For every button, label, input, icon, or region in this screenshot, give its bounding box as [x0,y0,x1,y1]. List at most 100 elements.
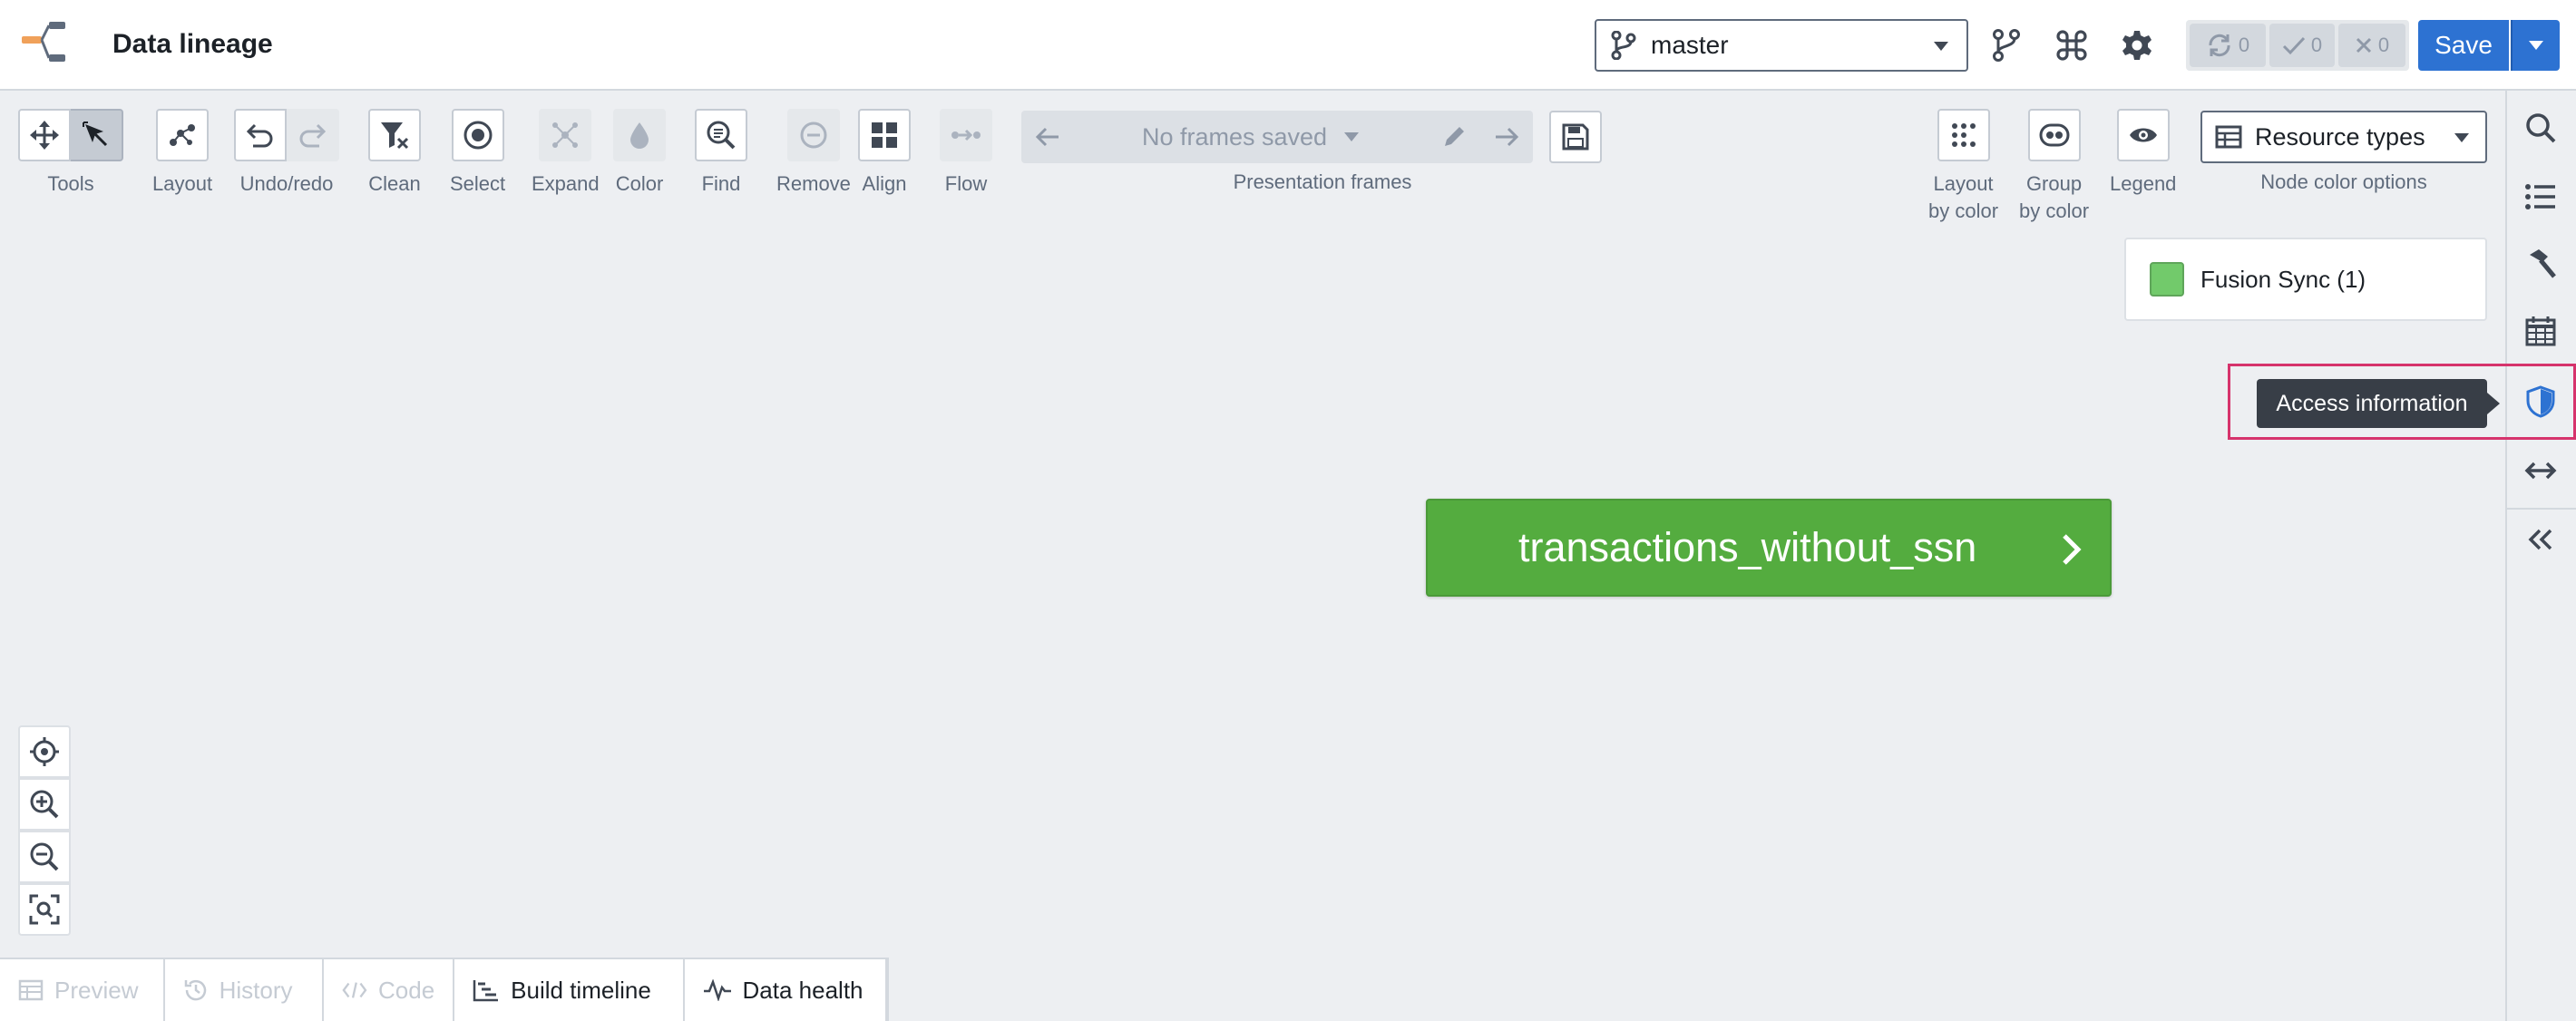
arrow-left-icon [1035,127,1059,147]
undo-button[interactable] [234,109,287,161]
target-icon [463,121,493,150]
tab-code[interactable]: Code [324,959,455,1021]
expand-nodes-icon [552,122,579,148]
legend-swatch [2150,262,2184,297]
fit-to-screen-button[interactable] [18,883,71,936]
layout-group: Layout [152,109,212,198]
save-button[interactable]: Save [2418,20,2509,71]
zoom-in-button[interactable] [18,778,71,831]
tab-code-label: Code [378,976,435,1004]
layout-by-color-label: Layout by color [1928,170,1998,225]
legend-button[interactable] [2116,109,2170,161]
branch-select[interactable]: master [1595,19,1968,72]
floppy-disk-icon [1562,123,1589,151]
clean-label: Clean [368,172,421,195]
expand-button[interactable] [539,109,592,161]
sidebar-build-button[interactable] [2518,241,2563,287]
sidebar-access-information-button[interactable] [2518,379,2563,424]
error-status[interactable]: 0 [2338,24,2405,67]
page-title: Data lineage [112,29,273,59]
undo-redo-label: Undo/redo [239,172,334,195]
expand-group: Expand [532,109,600,198]
undo-redo-group: Undo/redo [234,109,339,198]
remove-label: Remove [776,172,851,195]
clean-group: Clean [368,109,421,198]
chevron-down-icon [2454,133,2469,142]
success-status[interactable]: 0 [2269,24,2335,67]
tools-group: Tools [18,109,123,198]
select-button[interactable] [451,109,504,161]
remove-button[interactable] [786,109,840,161]
select-group: Select [450,109,505,198]
tab-data-health[interactable]: Data health [685,959,887,1021]
group-by-color-group: Group by color [2019,109,2089,225]
sidebar-collapse-button[interactable] [2518,517,2563,562]
group-nodes-icon [2039,123,2070,147]
node-color-select[interactable]: Resource types [2200,111,2487,163]
layout-by-color-button[interactable] [1937,109,1990,161]
close-icon [2356,37,2371,53]
sync-status[interactable]: 0 [2190,24,2266,67]
align-button[interactable] [858,109,911,161]
zoom-controls [18,725,71,936]
chevron-right-icon[interactable] [2061,533,2083,566]
tab-preview[interactable]: Preview [0,959,165,1021]
redo-button[interactable] [287,109,339,161]
find-group: Find [695,109,747,198]
clean-button[interactable] [368,109,421,161]
sidebar-divider [2507,508,2576,510]
remove-group: Remove [776,109,851,198]
move-icon [30,121,59,150]
legend-panel: Fusion Sync (1) [2124,238,2487,321]
error-count: 0 [2377,34,2390,56]
sidebar-list-button[interactable] [2518,174,2563,219]
branches-button[interactable] [1985,24,2028,67]
find-button[interactable] [695,109,747,161]
access-information-tooltip: Access information [2257,379,2487,428]
edit-frame-button[interactable] [1428,111,1480,163]
frames-select[interactable]: No frames saved [1074,123,1428,151]
pan-tool-button[interactable] [18,109,71,161]
sidebar-compare-button[interactable] [2518,448,2563,493]
layout-by-color-line1: Layout [1933,172,1994,195]
layout-label: Layout [152,172,213,195]
previous-frame-button[interactable] [1021,111,1074,163]
layout-button[interactable] [156,109,210,161]
align-label: Align [862,172,907,195]
graph-node[interactable]: transactions_without_ssn [1426,499,2112,597]
tab-build-timeline-label: Build timeline [511,976,651,1004]
expand-label: Expand [532,172,600,195]
settings-button[interactable] [2115,24,2159,67]
zoom-out-button[interactable] [18,831,71,883]
flow-label: Flow [944,172,988,195]
select-tool-button[interactable] [71,109,123,161]
command-button[interactable] [2050,24,2093,67]
presentation-frames-bar: No frames saved [1021,111,1533,163]
caret-down-icon [2529,41,2543,50]
arrow-right-icon [1496,127,1519,147]
color-label: Color [615,172,664,195]
sidebar-search-button[interactable] [2518,105,2563,151]
flow-group: Flow [940,109,992,198]
tab-build-timeline[interactable]: Build timeline [454,959,685,1021]
hammer-icon [2530,249,2556,278]
timeline-icon [473,980,499,1002]
tooltip-arrow [2487,393,2500,414]
next-frame-button[interactable] [1480,111,1533,163]
select-label: Select [450,172,506,195]
arrows-horizontal-icon [2524,462,2557,480]
group-by-color-button[interactable] [2027,109,2081,161]
center-view-button[interactable] [18,725,71,778]
checkmark-icon [2282,36,2305,55]
presentation-frames-label: Presentation frames [1233,170,1412,193]
tab-history[interactable]: History [165,959,325,1021]
color-button[interactable] [613,109,666,161]
flow-button[interactable] [940,109,992,161]
gear-icon [2122,31,2152,60]
shield-icon [2526,385,2555,418]
save-frame-button[interactable] [1549,111,1602,163]
sidebar-schedule-button[interactable] [2518,308,2563,354]
save-options-button[interactable] [2511,20,2560,71]
graph-layout-icon [170,124,196,146]
table-icon [18,979,44,1001]
